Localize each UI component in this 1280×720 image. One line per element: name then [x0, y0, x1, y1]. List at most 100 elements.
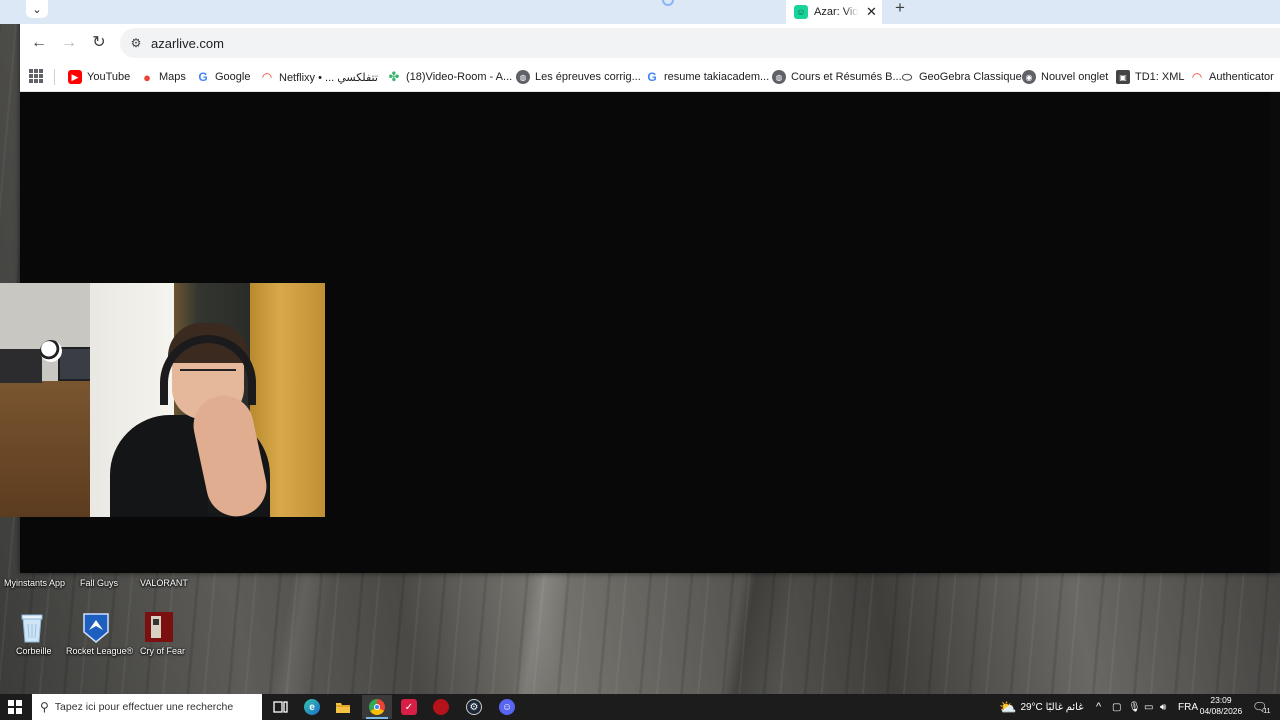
edge-icon: e	[304, 699, 320, 715]
scrollbar[interactable]	[1270, 92, 1280, 573]
url-text[interactable]: azarlive.com	[151, 36, 224, 51]
app-red-icon: ✓	[401, 699, 417, 715]
bookmark-separator	[54, 69, 55, 85]
bookmarks-bar: ▶ YouTube ● Maps G Google ◠ Netflixy • .…	[20, 62, 1280, 92]
google-icon: G	[647, 70, 657, 84]
volume-icon[interactable]: 🔊︎	[1160, 694, 1166, 720]
file-explorer-button[interactable]	[328, 695, 358, 719]
bookmark-label: Maps	[159, 71, 186, 83]
back-button[interactable]: ←	[28, 32, 50, 54]
bookmark-td1-xml[interactable]: ▣ TD1: XML	[1116, 68, 1185, 86]
app-button-steam[interactable]: ⚙	[459, 695, 489, 719]
netflixy-icon: ◠	[262, 70, 272, 84]
document-icon: ▣	[1116, 70, 1130, 84]
loading-spinner-icon	[662, 0, 674, 6]
geogebra-icon: ⬭	[901, 69, 913, 84]
bookmark-authenticator[interactable]: ◠ Authenticator	[1190, 68, 1274, 86]
site-info-icon[interactable]: ⚙	[128, 35, 144, 51]
bookmark-geogebra[interactable]: ⬭ GeoGebra Classique	[900, 68, 1022, 86]
bookmark-label: Google	[215, 71, 251, 83]
app-circle-icon	[433, 699, 449, 715]
globe-icon: ◍	[772, 70, 786, 84]
bookmark-nouvel-onglet[interactable]: ◉ Nouvel onglet	[1022, 68, 1108, 86]
weather-widget[interactable]: ⛅ 29°C غائم غالبًا	[999, 694, 1083, 720]
bookmark-label: Cours et Résumés B...	[791, 71, 902, 83]
bookmark-label: TD1: XML	[1135, 71, 1185, 83]
bookmark-les-epreuves[interactable]: ◍ Les épreuves corrig...	[516, 68, 641, 86]
app-button-discord[interactable]: ☺	[492, 695, 522, 719]
azar-favicon-icon: ☺	[794, 5, 808, 19]
youtube-icon: ▶	[68, 70, 82, 84]
reload-button[interactable]: ↻	[88, 32, 110, 54]
recycle-bin-icon[interactable]	[16, 610, 48, 644]
address-bar[interactable]: ⚙ azarlive.com	[120, 28, 1280, 58]
cry-of-fear-icon[interactable]	[143, 610, 175, 644]
app-button-red[interactable]: ✓	[394, 695, 424, 719]
video-room-icon: ✤	[388, 69, 400, 84]
bookmark-resume-takiacademy[interactable]: G resume takiacadem...	[645, 68, 769, 86]
clock[interactable]: 23:09 04/08/2026	[1198, 695, 1244, 717]
desktop-icon-label[interactable]: VALORANT	[140, 578, 188, 588]
webcam-self-view[interactable]	[0, 283, 325, 517]
chrome-button[interactable]	[362, 695, 392, 719]
clock-time: 23:09	[1210, 695, 1232, 705]
apps-grid-icon[interactable]	[29, 69, 43, 83]
search-icon: ⚲	[40, 700, 49, 714]
discord-icon: ☺	[499, 699, 515, 715]
desktop-icon-label[interactable]: Rocket League®	[66, 646, 133, 656]
bookmark-label: YouTube	[87, 71, 131, 83]
rocket-league-icon[interactable]	[80, 610, 112, 644]
tab-title: Azar: Vid	[814, 6, 858, 18]
chrome-icon	[369, 699, 385, 715]
bookmark-label: resume takiacadem...	[664, 71, 770, 83]
authenticator-icon: ◠	[1192, 70, 1202, 84]
notification-count: 11	[1263, 707, 1271, 715]
tray-overflow-chevron[interactable]: ^	[1096, 694, 1101, 720]
bookmark-label: Authenticator	[1209, 71, 1274, 83]
taskbar: ⚲ e ✓ ⚙ ☺ ⛅ 29°C غائم غالبًا ^ ▢ 🎙︎ ▭ 🔊︎…	[0, 694, 1280, 720]
desktop-icon-label[interactable]: Fall Guys	[80, 578, 118, 588]
taskbar-search-input[interactable]	[54, 701, 245, 713]
task-view-icon	[273, 701, 288, 713]
network-icon[interactable]: ▭	[1144, 694, 1153, 720]
windows-start-icon[interactable]	[8, 700, 22, 714]
bookmark-video-room[interactable]: ✤ (18)Video-Room - A...	[387, 68, 513, 86]
bookmark-label: Netflixy • ... تتفلكسي	[279, 71, 378, 84]
bookmark-label: Les épreuves corrig...	[535, 71, 641, 83]
bookmark-cours-resumes[interactable]: ◍ Cours et Résumés B...	[772, 68, 902, 86]
desktop-icon-label[interactable]: Corbeille	[16, 646, 52, 656]
desktop-icon-label[interactable]: Myinstants App	[4, 578, 65, 588]
new-tab-button[interactable]: +	[890, 0, 910, 18]
browser-toolbar: ← → ↻ ⚙ azarlive.com	[20, 24, 1280, 62]
tab-azar[interactable]: ☺ Azar: Vid ✕	[786, 0, 882, 24]
close-tab-icon[interactable]: ✕	[866, 4, 877, 20]
notification-center[interactable]: 🗨︎ 11	[1252, 694, 1271, 720]
microphone-icon[interactable]: 🎙︎	[1128, 694, 1141, 720]
maps-icon: ●	[143, 69, 151, 85]
app-button-dark-red[interactable]	[426, 695, 456, 719]
globe-icon: ◍	[516, 70, 530, 84]
edge-button[interactable]: e	[297, 695, 327, 719]
chrome-icon: ◉	[1022, 70, 1036, 84]
steam-icon: ⚙	[466, 699, 482, 715]
language-indicator[interactable]: FRA	[1178, 694, 1198, 720]
taskbar-search[interactable]: ⚲	[32, 694, 262, 720]
tab-strip: ⌄ ☺ Azar: Vid ✕ +	[0, 0, 1280, 24]
google-icon: G	[198, 70, 208, 84]
bookmark-google[interactable]: G Google	[196, 68, 250, 86]
bookmark-youtube[interactable]: ▶ YouTube	[68, 68, 130, 86]
task-view-button[interactable]	[266, 695, 296, 719]
bookmark-netflixy[interactable]: ◠ Netflixy • ... تتفلكسي	[260, 68, 378, 86]
weather-text: 29°C غائم غالبًا	[1020, 701, 1084, 713]
weather-cloud-sun-icon: ⛅	[999, 698, 1017, 715]
bookmark-label: Nouvel onglet	[1041, 71, 1109, 83]
bookmark-label: GeoGebra Classique	[919, 71, 1022, 83]
forward-button[interactable]: →	[58, 32, 80, 54]
bookmark-maps[interactable]: ● Maps	[140, 68, 186, 86]
tab-search-button[interactable]: ⌄	[26, 0, 48, 18]
chevron-down-icon: ⌄	[32, 3, 42, 16]
folder-icon	[336, 703, 350, 713]
camera-tray-icon[interactable]: ▢	[1112, 694, 1121, 720]
bookmark-label: (18)Video-Room - A...	[406, 71, 513, 83]
desktop-icon-label[interactable]: Cry of Fear	[140, 646, 185, 656]
